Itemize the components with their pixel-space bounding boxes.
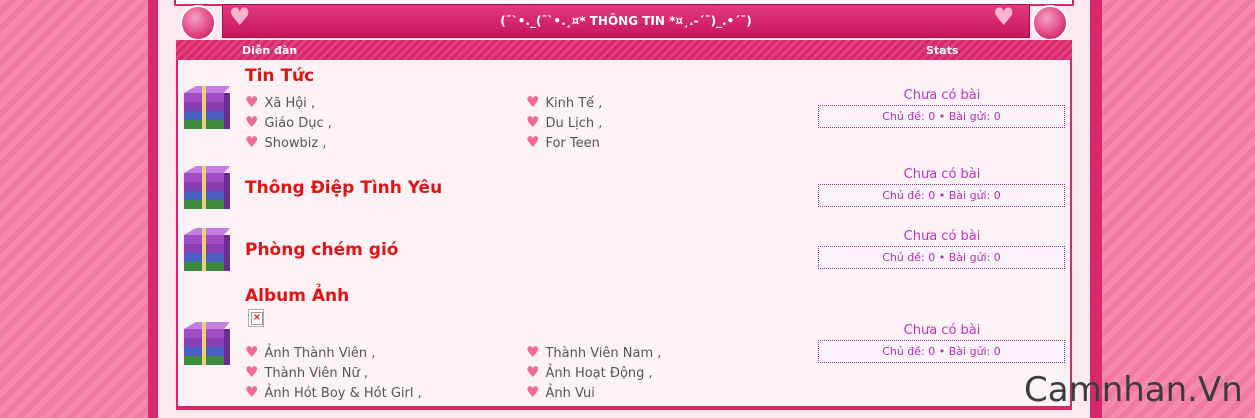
forum-title-link[interactable]: Tin Tức [245,66,314,86]
subforum-link[interactable]: ♥ Showbiz , [245,133,327,151]
heart-icon: ♥ [245,383,259,401]
table-bottom-border [176,407,1072,410]
stats-count: Chủ đề: 0 • Bài gửi: 0 [818,184,1065,207]
heart-icon: ♥ [245,113,259,131]
watermark-logo: Camnhan.Vn [1024,370,1243,410]
heart-icon: ♥ [245,133,259,151]
subforum-link[interactable]: ♥ Xã Hội , [245,93,315,111]
subforum-link[interactable]: ♥ Ảnh Vui [526,383,595,401]
heart-icon: ♥ [245,363,259,381]
column-stats-label: Stats [926,44,959,57]
category-title[interactable]: (¯`•._(¯`•.¸¤* THÔNG TIN *¤¸.-´¯)_.•´¯) [223,5,1029,39]
heart-icon: ♥ [526,343,540,361]
last-post-link[interactable]: Chưa có bài [818,88,1066,103]
heart-icon: ♥ [245,93,259,111]
forum-title-link[interactable]: Phòng chém gió [245,240,398,260]
last-post-link[interactable]: Chưa có bài [818,167,1066,182]
forum-title-link[interactable]: Thông Điệp Tình Yêu [245,178,442,198]
heart-icon: ♥ [526,133,540,151]
category-header[interactable]: ♥ ♥ (¯`•._(¯`•.¸¤* THÔNG TIN *¤¸.-´¯)_.•… [222,3,1030,39]
heart-icon: ♥ [526,93,540,111]
stats-count: Chủ đề: 0 • Bài gửi: 0 [818,246,1065,269]
header-left-circle-icon [180,5,216,41]
subforum-link[interactable]: ♥ Kinh Tế , [526,93,602,111]
broken-image-icon: × [248,309,264,327]
subforum-link[interactable]: ♥ Thành Viên Nữ , [245,363,368,381]
book-stack-icon[interactable] [182,84,232,132]
page-background-left [0,0,148,418]
column-forum-label: Diễn đàn [242,44,298,57]
column-header-row: Diễn đàn Stats [176,40,1072,60]
subforum-link[interactable]: ♥ For Teen [526,133,600,151]
subforum-link[interactable]: ♥ Ảnh Hoạt Động , [526,363,653,381]
heart-icon: ♥ [526,363,540,381]
stats-count: Chủ đề: 0 • Bài gửi: 0 [818,105,1065,128]
book-stack-icon[interactable] [182,320,232,368]
subforum-link[interactable]: ♥ Du Lịch , [526,113,602,131]
heart-icon: ♥ [526,113,540,131]
forum-title-link[interactable]: Album Ảnh [245,286,349,306]
page-background-right [1102,0,1255,418]
stats-count: Chủ đề: 0 • Bài gửi: 0 [818,340,1065,363]
heart-icon: ♥ [245,343,259,361]
heart-icon: ♥ [526,383,540,401]
header-right-circle-icon [1032,5,1068,41]
subforum-link[interactable]: ♥ Giáo Dục , [245,113,332,131]
last-post-link[interactable]: Chưa có bài [818,323,1066,338]
subforum-link[interactable]: ♥ Thành Viên Nam , [526,343,661,361]
book-stack-icon[interactable] [182,226,232,274]
subforum-link[interactable]: ♥ Ảnh Hót Boy & Hót Girl , [245,383,422,401]
book-stack-icon[interactable] [182,164,232,212]
last-post-link[interactable]: Chưa có bài [818,229,1066,244]
subforum-link[interactable]: ♥ Ảnh Thành Viên , [245,343,375,361]
